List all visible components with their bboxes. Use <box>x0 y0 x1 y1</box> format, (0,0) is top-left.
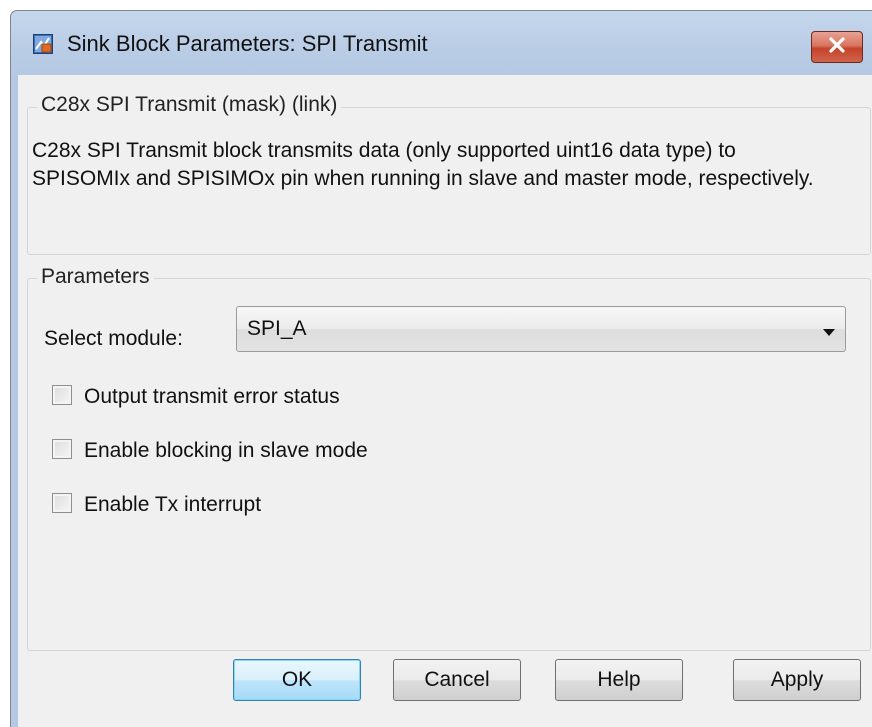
apply-button[interactable]: Apply <box>733 659 861 701</box>
dialog-body: C28x SPI Transmit (mask) (link) C28x SPI… <box>18 75 872 727</box>
ok-button[interactable]: OK <box>233 659 361 701</box>
output-transmit-error-status-label[interactable]: Output transmit error status <box>84 385 340 409</box>
output-transmit-error-status-checkbox[interactable] <box>52 385 72 405</box>
select-module-value: SPI_A <box>247 317 307 340</box>
block-description: C28x SPI Transmit block transmits data (… <box>32 139 814 190</box>
close-icon <box>828 36 846 58</box>
chevron-down-icon <box>823 324 835 336</box>
title-bar[interactable]: Sink Block Parameters: SPI Transmit <box>11 11 872 75</box>
enable-tx-interrupt-label[interactable]: Enable Tx interrupt <box>84 493 261 517</box>
description-group-legend: C28x SPI Transmit (mask) (link) <box>37 93 342 117</box>
window-title: Sink Block Parameters: SPI Transmit <box>67 31 428 56</box>
cancel-button[interactable]: Cancel <box>393 659 521 701</box>
select-module-label: Select module: <box>44 327 183 350</box>
dialog-window: Sink Block Parameters: SPI Transmit C28x… <box>10 10 872 727</box>
enable-blocking-slave-mode-checkbox[interactable] <box>52 439 72 459</box>
simulink-app-icon <box>33 34 53 54</box>
enable-blocking-slave-mode-label[interactable]: Enable blocking in slave mode <box>84 439 368 463</box>
enable-tx-interrupt-checkbox[interactable] <box>52 493 72 513</box>
parameters-group-legend: Parameters <box>37 265 154 289</box>
select-module-dropdown[interactable]: SPI_A <box>236 306 846 352</box>
help-button[interactable]: Help <box>555 659 683 701</box>
close-button[interactable] <box>811 31 863 63</box>
